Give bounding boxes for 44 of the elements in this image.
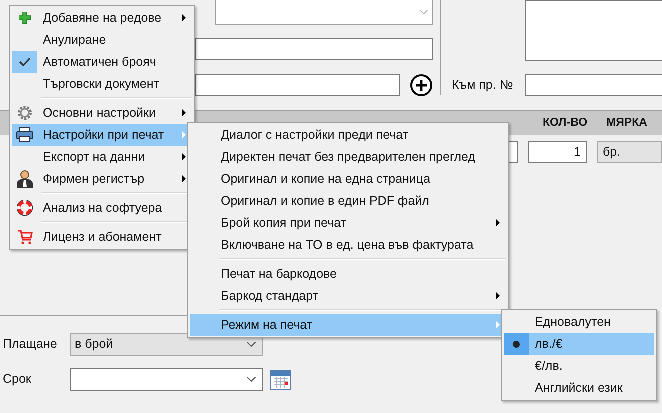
input-field[interactable] [195, 74, 400, 96]
menu-item[interactable]: лв./€ [504, 333, 654, 355]
unit-field[interactable]: бр. [597, 141, 662, 163]
menu-item[interactable]: Експорт на данни [12, 146, 192, 168]
cart-icon [16, 229, 32, 245]
menu-item[interactable]: Анулиране [12, 29, 192, 51]
add-icon[interactable] [410, 74, 433, 96]
payment-dropdown[interactable]: в брой [70, 332, 263, 356]
due-date-dropdown[interactable] [70, 368, 263, 390]
menu-item[interactable]: Диалог с настройки преди печат [190, 124, 506, 146]
input-field[interactable] [195, 38, 433, 60]
menu-item[interactable]: Търговски документ [12, 73, 192, 95]
input-field[interactable] [525, 74, 662, 96]
menu-item[interactable]: Оригинал и копие в един PDF файл [190, 190, 506, 212]
person-icon [16, 170, 34, 188]
menu-item[interactable]: Анализ на софтуера [12, 197, 192, 219]
menu-item[interactable]: Основни настройки [12, 102, 192, 124]
printer-icon [16, 127, 34, 143]
field-label: Към пр. № [452, 78, 514, 92]
menu-item[interactable]: Брой копия при печат [190, 212, 506, 234]
field-label: Плащане [2, 337, 58, 351]
quantity-field[interactable]: 1 [528, 141, 587, 163]
field-label: Срок [2, 372, 32, 386]
menu-item[interactable]: Директен печат без предварителен преглед [190, 146, 506, 168]
menu-item[interactable]: Автоматичен брояч [12, 51, 192, 73]
menu-item[interactable]: Едновалутен [504, 311, 654, 333]
menu-item[interactable]: Включване на ТО в ед. цена във фактурата [190, 234, 506, 256]
column-header: КОЛ-ВО [543, 117, 588, 129]
scroll-down-icon [420, 10, 428, 14]
menu-item[interactable]: Оригинал и копие на една страница [190, 168, 506, 190]
menu-item[interactable]: Баркод стандарт [190, 285, 506, 307]
calendar-icon[interactable] [270, 368, 292, 390]
text-area[interactable] [525, 0, 662, 61]
menu-item[interactable]: Печат на баркодове [190, 263, 506, 285]
plus-icon [18, 12, 30, 24]
menu-item[interactable]: Фирмен регистър [12, 168, 192, 190]
menu-item[interactable]: €/лв. [504, 355, 654, 377]
menu-item[interactable]: Английски език [504, 377, 654, 399]
text-area[interactable] [215, 0, 433, 25]
gear-icon [16, 105, 32, 121]
lifebuoy-icon [16, 200, 32, 216]
column-header: МЯРКА [606, 117, 648, 129]
menu-item[interactable]: Лиценз и абонамент [12, 226, 192, 248]
menu-item[interactable]: Добавяне на редове [12, 7, 192, 29]
